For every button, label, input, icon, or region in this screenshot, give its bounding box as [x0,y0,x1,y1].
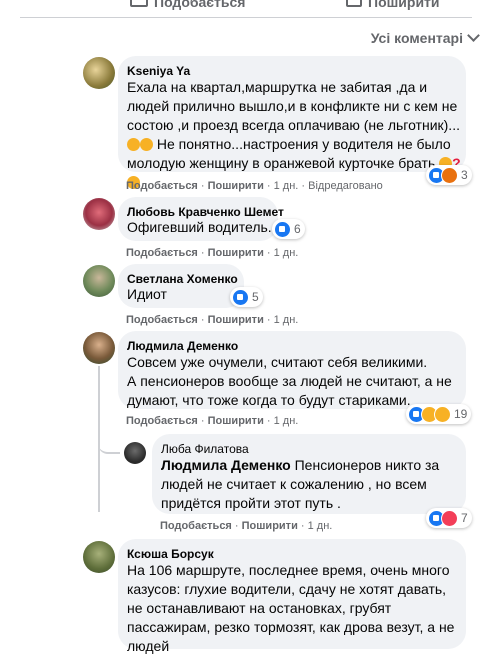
comment-author[interactable]: Люба Филатова [161,442,249,456]
comment-time[interactable]: 1 дн. [274,180,299,192]
avatar[interactable] [83,198,115,230]
mention-link[interactable]: Людмила Деменко [161,457,291,473]
comment-bubble: Светлана Хоменко Идиот [118,264,244,308]
comment-bubble: Ксюша Борсук На 106 маршруте, последнее … [118,539,466,654]
post-like-button[interactable]: Подобається [130,0,245,10]
sad-reaction-icon [434,405,451,423]
like-icon [130,0,148,7]
comment-time[interactable]: 1 дн. [308,520,333,532]
comment-like-link[interactable]: Подобається [126,247,198,259]
comment-author[interactable]: Людмила Деменко [127,339,238,353]
comment-actions: Подобається · Поширити · 1 дн. · Відреда… [126,180,383,192]
comment-time[interactable]: 1 дн. [274,314,299,326]
comment-share-link[interactable]: Поширити [242,520,298,532]
comment-filter-dropdown[interactable]: Усі коментарі [371,29,480,46]
angry-reaction-icon [441,166,458,184]
comment-share-link[interactable]: Поширити [208,415,264,427]
like-reaction-icon [274,220,291,238]
comment-author[interactable]: Любовь Кравченко Шемет [127,205,284,219]
comment-like-link[interactable]: Подобається [160,520,232,532]
divider [20,17,472,18]
comment-text: Офигевший водитель... [127,219,280,235]
like-reaction-icon [232,288,249,306]
comment-like-link[interactable]: Подобається [126,314,198,326]
comment-author[interactable]: Kseniya Ya [127,64,190,78]
comment-bubble: Людмила Деменко Совсем уже очумели, счит… [118,331,466,409]
comment-actions: Подобається · Поширити · 1 дн. [160,520,333,532]
comment-text: Идиот [127,286,167,302]
post-share-button[interactable]: Поширити [346,0,440,10]
comment-time[interactable]: 1 дн. [274,247,299,259]
reaction-summary[interactable]: 3 [426,165,472,185]
share-icon [346,0,362,7]
comment-actions: Подобається · Поширити · 1 дн. [126,314,299,326]
reaction-summary[interactable]: 5 [230,287,263,307]
love-reaction-icon [441,509,458,527]
comment-actions: Подобається · Поширити · 1 дн. [126,415,299,427]
reaction-summary[interactable]: 19 [406,404,472,424]
reaction-summary[interactable]: 6 [272,219,305,239]
anxious-emoji-icon [140,138,153,151]
comment-text: На 106 маршруте, последнее время, очень … [127,562,455,654]
avatar[interactable] [83,541,115,573]
avatar[interactable] [83,265,115,297]
comment-share-link[interactable]: Поширити [208,247,264,259]
comment-text: Ехала на квартал,маршрутка не забитая ,д… [127,78,465,192]
avatar[interactable] [124,442,146,464]
reply-connector [98,430,120,454]
comment-author[interactable]: Ксюша Борсук [127,547,214,561]
comment-like-link[interactable]: Подобається [126,415,198,427]
comment-bubble: Kseniya Ya Ехала на квартал,маршрутка не… [118,56,466,189]
comment-share-link[interactable]: Поширити [208,180,264,192]
comment-text: Людмила Деменко Пенсионеров никто за люд… [161,457,440,511]
confused-emoji-icon [127,138,140,151]
avatar[interactable] [83,57,115,89]
post-action-bar: Подобається Поширити [0,0,492,18]
comment-share-link[interactable]: Поширити [208,314,264,326]
edited-label: Відредаговано [308,180,383,192]
comment-like-link[interactable]: Подобається [126,180,198,192]
comment-time[interactable]: 1 дн. [274,415,299,427]
chevron-down-icon [467,29,480,42]
comment-bubble: Любовь Кравченко Шемет Офигевший водител… [118,197,284,241]
reply-bubble: Люба Филатова Людмила Деменко Пенсионеро… [152,434,466,514]
avatar[interactable] [83,332,115,364]
comment-author[interactable]: Светлана Хоменко [127,272,238,286]
comment-actions: Подобається · Поширити · 1 дн. [126,247,299,259]
comment-text: Совсем уже очумели, считают себя великим… [127,354,452,408]
reaction-summary[interactable]: 7 [426,508,472,528]
